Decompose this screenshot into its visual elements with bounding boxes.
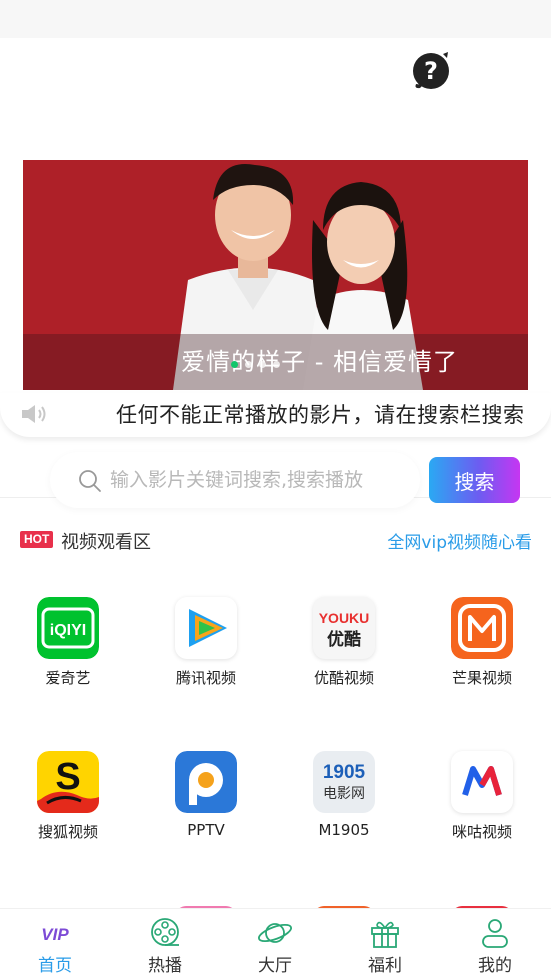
mango-tv-icon xyxy=(451,597,513,659)
notice-bar: 任何不能正常播放的影片，请在搜索栏搜索 xyxy=(0,393,551,437)
vip-icon: VIP xyxy=(37,917,73,949)
svg-text:iQIYI: iQIYI xyxy=(50,622,86,639)
user-icon xyxy=(477,917,513,949)
app-tencent-video[interactable]: 腾讯视频 xyxy=(146,597,266,688)
search-box[interactable] xyxy=(50,452,420,508)
app-iqiyi[interactable]: iQIYI 爱奇艺 xyxy=(8,597,128,688)
carousel-dot[interactable] xyxy=(231,361,238,368)
tab-label: 福利 xyxy=(368,956,402,976)
section-title: 视频观看区 xyxy=(61,532,151,553)
app-migu-video[interactable]: 咪咕视频 xyxy=(422,751,542,842)
tab-hall[interactable]: 大厅 xyxy=(220,909,330,979)
status-bar xyxy=(0,0,551,38)
svg-text:?: ? xyxy=(424,57,438,85)
app-label: PPTV xyxy=(187,821,225,839)
film-reel-icon xyxy=(147,917,183,949)
section-header: HOT 视频观看区 全网vip视频随心看 xyxy=(20,528,532,554)
carousel-dots xyxy=(231,361,280,368)
search-icon xyxy=(78,469,102,493)
search-input[interactable] xyxy=(110,464,376,496)
notice-text: 任何不能正常播放的影片，请在搜索栏搜索 xyxy=(116,403,525,427)
planet-icon xyxy=(257,917,293,949)
tab-welfare[interactable]: 福利 xyxy=(330,909,440,979)
svg-text:电影网: 电影网 xyxy=(323,786,365,802)
tab-label: 大厅 xyxy=(258,956,292,976)
tab-label: 我的 xyxy=(478,956,512,976)
banner-carousel[interactable]: 爱情的样子 - 相信爱情了 xyxy=(23,160,528,390)
pptv-icon xyxy=(175,751,237,813)
carousel-dot[interactable] xyxy=(245,361,252,368)
app-label: 搜狐视频 xyxy=(37,823,98,841)
app-label: 优酷视频 xyxy=(313,669,374,687)
app-label: 芒果视频 xyxy=(451,669,512,687)
all-vip-link[interactable]: 全网vip视频随心看 xyxy=(387,528,532,553)
tab-mine[interactable]: 我的 xyxy=(440,909,550,979)
app-youku[interactable]: YOUKU 优酷 优酷视频 xyxy=(284,597,404,688)
svg-text:YOUKU: YOUKU xyxy=(319,610,370,626)
tab-label: 热播 xyxy=(148,956,182,976)
youku-icon: YOUKU 优酷 xyxy=(313,597,375,659)
app-sohu-video[interactable]: S 搜狐视频 xyxy=(8,751,128,842)
carousel-dot[interactable] xyxy=(259,361,266,368)
search-button[interactable]: 搜索 xyxy=(429,457,520,503)
app-label: 咪咕视频 xyxy=(451,823,512,841)
app-mango-tv[interactable]: 芒果视频 xyxy=(422,597,542,688)
svg-text:优酷: 优酷 xyxy=(327,629,361,650)
sohu-video-icon: S xyxy=(37,751,99,813)
svg-text:1905: 1905 xyxy=(323,762,366,783)
speaker-icon xyxy=(20,403,48,425)
hot-badge: HOT xyxy=(20,531,54,548)
svg-text:S: S xyxy=(55,756,80,798)
gift-icon xyxy=(367,917,403,949)
help-icon[interactable]: ? xyxy=(410,48,452,92)
m1905-icon: 1905 电影网 xyxy=(313,751,375,813)
tab-label: 首页 xyxy=(38,956,72,976)
iqiyi-icon: iQIYI xyxy=(37,597,99,659)
app-m1905[interactable]: 1905 电影网 M1905 xyxy=(284,751,404,839)
tab-home[interactable]: VIP 首页 xyxy=(0,909,110,979)
tencent-video-icon xyxy=(175,597,237,659)
svg-text:VIP: VIP xyxy=(41,925,69,944)
search-bar: 搜索 xyxy=(0,452,551,508)
carousel-dot[interactable] xyxy=(273,361,280,368)
app-label: M1905 xyxy=(318,821,370,839)
bottom-tab-bar: VIP 首页 热播 大厅 福利 我的 xyxy=(0,908,551,979)
app-pptv[interactable]: PPTV xyxy=(146,751,266,839)
app-label: 爱奇艺 xyxy=(45,669,91,687)
migu-video-icon xyxy=(451,751,513,813)
tab-hot[interactable]: 热播 xyxy=(110,909,220,979)
app-label: 腾讯视频 xyxy=(175,669,236,687)
